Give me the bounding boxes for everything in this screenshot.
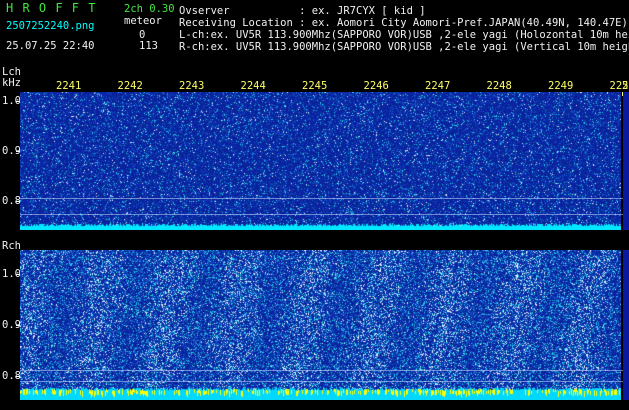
rch-edge-strip [623, 250, 629, 400]
time-axis-label: 2243 [179, 80, 205, 92]
time-axis-label: 2244 [240, 80, 266, 92]
rch-reference-line [20, 381, 623, 382]
rch-config-line: R-ch:ex. UV5R 113.900Mhz(SAPPORO VOR)USB… [179, 41, 629, 53]
time-axis-label: 2247 [425, 80, 451, 92]
lch-unit-label: kHz [2, 77, 21, 89]
lch-edge-strip [623, 92, 629, 230]
meteor-count-rch: 113 [139, 40, 158, 52]
rch-spectrogram [20, 250, 621, 400]
observer-line: Ovserver : ex. JR7CYX [ kid ] [179, 5, 426, 17]
time-axis-label: 2 [622, 80, 629, 92]
lch-reference-line [20, 198, 623, 199]
time-axis-label: 2245 [302, 80, 328, 92]
rch-label: Rch [2, 240, 21, 252]
time-axis-label: 2249 [548, 80, 574, 92]
lch-spectrogram [20, 92, 621, 230]
location-line: Receiving Location : ex. Aomori City Aom… [179, 17, 628, 29]
lch-reference-line [20, 214, 623, 215]
lch-config-line: L-ch:ex. UV5R 113.900Mhz(SAPPORO VOR)USB… [179, 29, 629, 41]
app-title: H R O F F T [6, 1, 97, 15]
rch-reference-line [20, 370, 623, 371]
filename-label: 2507252240.png [6, 20, 95, 32]
time-axis-label: 2246 [363, 80, 389, 92]
time-axis-label: 2242 [117, 80, 143, 92]
time-axis-label: 2248 [486, 80, 512, 92]
time-axis-label: 2241 [56, 80, 82, 92]
channel-info: 2ch 0.30 [124, 3, 175, 15]
meteor-label: meteor [124, 15, 162, 27]
hrofft-spectrogram-window: H R O F F T 2ch 0.30 2507252240.png mete… [0, 0, 629, 410]
datetime-label: 25.07.25 22:40 [6, 40, 95, 52]
